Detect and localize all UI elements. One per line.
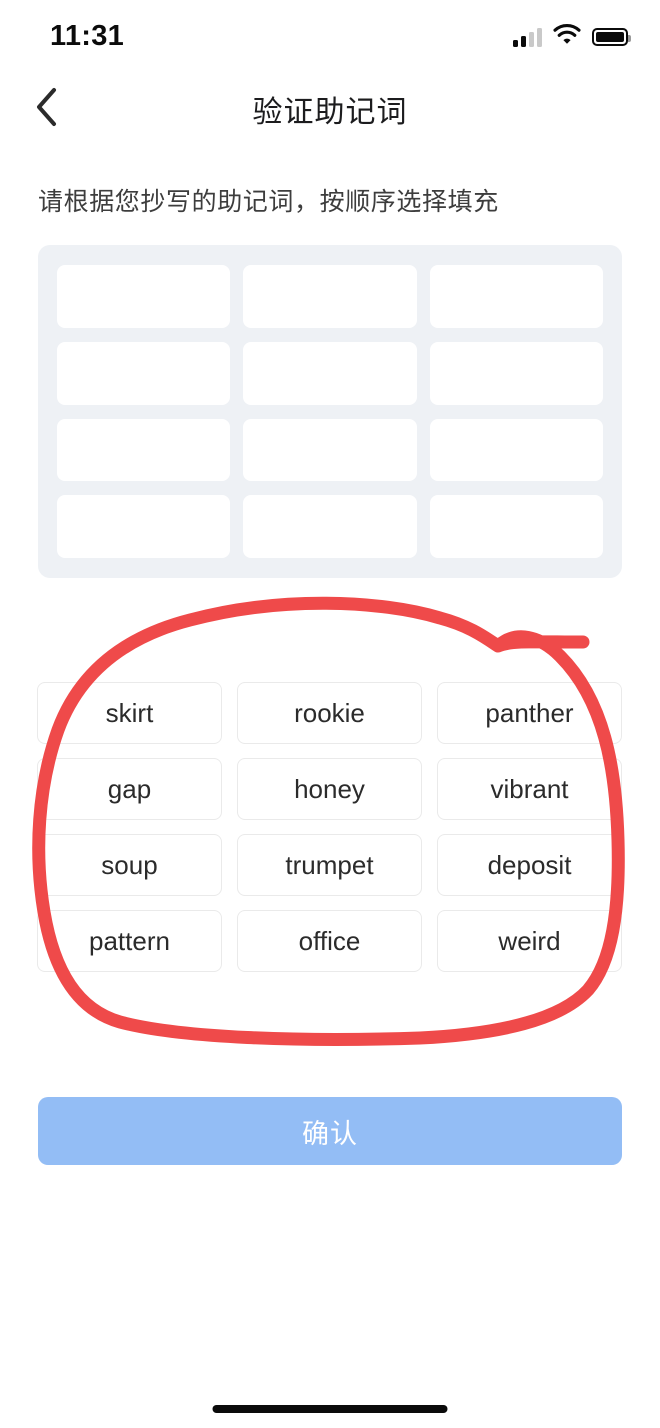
mnemonic-slot[interactable] xyxy=(243,495,417,558)
word-chip[interactable]: soup xyxy=(37,834,222,896)
status-bar-icons xyxy=(513,24,631,50)
mnemonic-slot[interactable] xyxy=(57,265,231,328)
word-chip[interactable]: weird xyxy=(437,910,622,972)
status-bar: 11:31 xyxy=(0,0,660,70)
wifi-icon xyxy=(553,24,581,50)
word-bank-grid: skirt rookie panther gap honey vibrant s… xyxy=(37,682,622,972)
nav-bar: 验证助记词 xyxy=(0,70,660,148)
mnemonic-slot[interactable] xyxy=(429,495,603,558)
phone-screen: 11:31 验证助记词 请根据您抄写的助记词，按顺序选择填充 skirt roo… xyxy=(0,0,660,1428)
mnemonic-slot[interactable] xyxy=(429,341,603,405)
word-chip[interactable]: panther xyxy=(437,682,622,744)
word-chip[interactable]: trumpet xyxy=(237,834,422,896)
word-chip[interactable]: deposit xyxy=(437,834,622,896)
mnemonic-slot[interactable] xyxy=(243,265,417,328)
word-chip[interactable]: gap xyxy=(37,758,222,820)
mnemonic-slot[interactable] xyxy=(429,418,603,482)
mnemonic-slot[interactable] xyxy=(243,418,417,482)
word-chip[interactable]: pattern xyxy=(37,910,222,972)
mnemonic-slot[interactable] xyxy=(57,495,231,558)
page-title: 验证助记词 xyxy=(252,96,408,129)
mnemonic-slot[interactable] xyxy=(429,265,603,328)
word-chip[interactable]: office xyxy=(237,910,422,972)
confirm-button[interactable]: 确认 xyxy=(38,1097,622,1165)
mnemonic-slot-panel xyxy=(38,245,622,578)
battery-full-icon xyxy=(592,28,631,46)
mnemonic-slot[interactable] xyxy=(57,341,231,405)
cellular-signal-icon xyxy=(513,27,542,47)
word-chip[interactable]: rookie xyxy=(237,682,422,744)
status-bar-time: 11:31 xyxy=(50,20,125,52)
mnemonic-slot[interactable] xyxy=(243,341,417,405)
instruction-text: 请根据您抄写的助记词，按顺序选择填充 xyxy=(38,188,499,216)
word-chip[interactable]: skirt xyxy=(37,682,222,744)
word-chip[interactable]: vibrant xyxy=(437,758,622,820)
mnemonic-slot[interactable] xyxy=(57,418,231,482)
word-chip[interactable]: honey xyxy=(237,758,422,820)
home-indicator xyxy=(212,1405,448,1413)
